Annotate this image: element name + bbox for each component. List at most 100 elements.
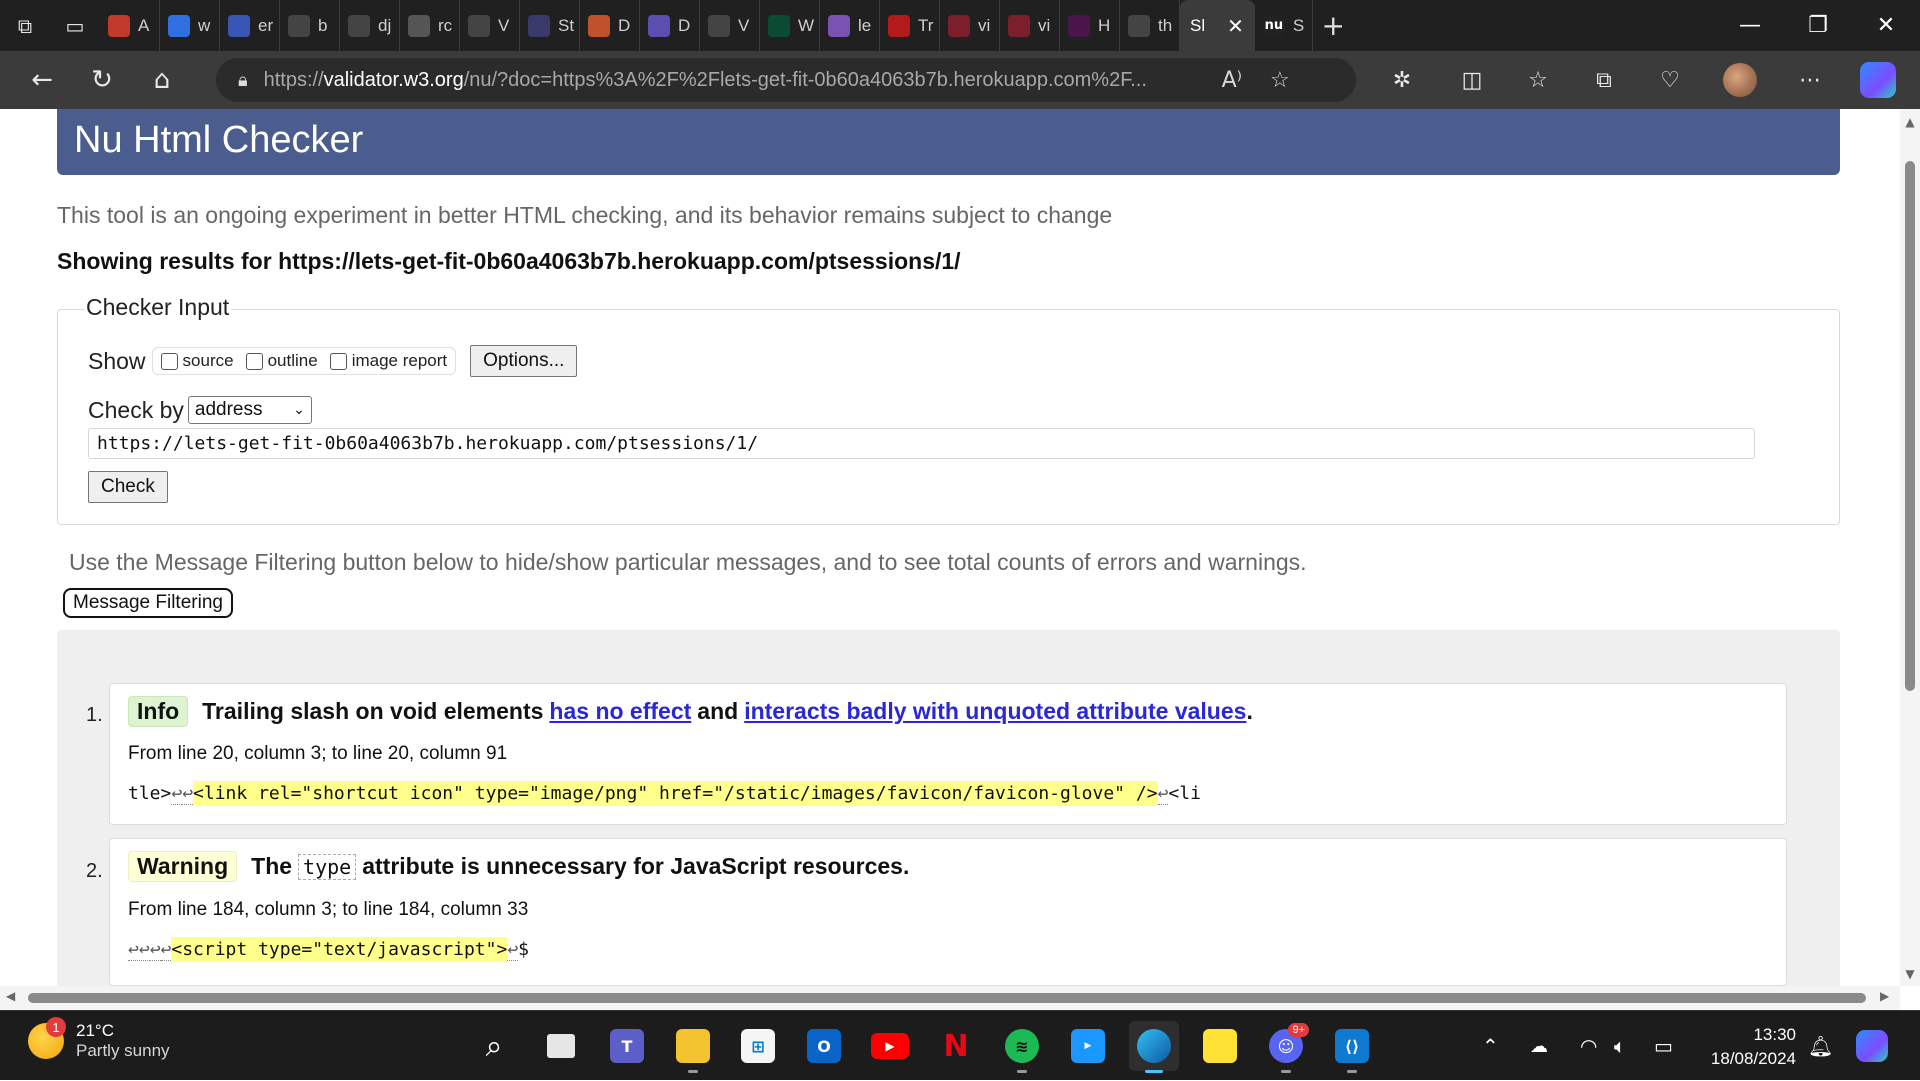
tab-item[interactable]: er <box>220 0 280 51</box>
scroll-left-arrow-icon[interactable]: ◀ <box>6 989 15 1003</box>
scroll-thumb[interactable] <box>1905 161 1915 691</box>
teams-icon: T <box>610 1029 644 1063</box>
battery-icon[interactable]: ▭ <box>1654 1011 1673 1081</box>
tab-item[interactable]: D <box>640 0 700 51</box>
check-by-select[interactable]: address ⌄ <box>187 396 312 424</box>
taskbar-netflix[interactable]: N <box>931 1021 981 1071</box>
option-source[interactable]: source <box>160 351 234 371</box>
taskbar-vscode[interactable]: ⟨⟩ <box>1327 1021 1377 1073</box>
tab-item[interactable]: V <box>700 0 760 51</box>
chevron-down-icon: ⌄ <box>293 402 305 418</box>
extensions-icon[interactable]: ✲ <box>1372 51 1432 109</box>
google-icon <box>408 14 430 37</box>
message-filtering-button[interactable]: Message Filtering <box>63 588 233 618</box>
tab-item[interactable]: rc <box>400 0 460 51</box>
highlighted-code: <script type="text/javascript"> <box>171 937 508 962</box>
tab-item[interactable]: St <box>520 0 580 51</box>
split-screen-icon[interactable]: ◫ <box>1442 51 1502 109</box>
browser-essentials-icon[interactable]: ♡ <box>1640 51 1700 109</box>
taskbar-teams[interactable]: T <box>602 1021 652 1071</box>
tab-item[interactable]: vi <box>1000 0 1060 51</box>
new-tab-button[interactable]: + <box>1313 0 1353 51</box>
taskbar-file-explorer[interactable] <box>668 1021 718 1073</box>
tab-label: er <box>258 15 274 35</box>
refresh-button[interactable]: ↻ <box>72 51 132 109</box>
search-button[interactable]: ⌕ <box>469 1021 519 1071</box>
tab-item[interactable]: le <box>820 0 880 51</box>
taskbar-sticky-notes[interactable] <box>1195 1021 1245 1071</box>
netflix-icon: N <box>943 1028 969 1064</box>
task-view-button[interactable] <box>536 1021 586 1071</box>
taskbar-store[interactable]: ⊞ <box>733 1021 783 1071</box>
vscode-icon: ⟨⟩ <box>1335 1029 1369 1063</box>
profile-avatar[interactable] <box>1710 51 1770 109</box>
message-extract: ↩↩ ↩ ↩ <script type="text/javascript"> ↩ … <box>128 937 530 962</box>
clock-time: 13:30 <box>1753 1025 1796 1044</box>
minimize-button[interactable]: — <box>1716 0 1784 51</box>
taskbar-discord[interactable]: ☺ 9+ <box>1261 1021 1311 1073</box>
tab-active-label: Sl <box>1190 15 1206 35</box>
restore-button[interactable]: ❐ <box>1784 0 1852 51</box>
tab-item[interactable]: dj <box>340 0 400 51</box>
wifi-icon[interactable]: ◠ <box>1580 1011 1597 1081</box>
scroll-right-arrow-icon[interactable]: ▶ <box>1880 989 1889 1003</box>
tab-item[interactable]: V <box>460 0 520 51</box>
collections-icon[interactable]: ⧉ <box>1574 51 1634 109</box>
tab-item[interactable]: D <box>580 0 640 51</box>
workspaces-icon[interactable]: ⧉ <box>0 0 50 51</box>
favorite-star-icon[interactable]: ☆ <box>1270 68 1290 93</box>
vertical-scrollbar[interactable]: ▲ ▼ <box>1900 109 1920 986</box>
scroll-up-arrow-icon[interactable]: ▲ <box>1900 115 1920 129</box>
system-clock[interactable]: 13:30 18/08/2024 <box>1702 1023 1796 1071</box>
copilot-icon[interactable] <box>1848 51 1908 109</box>
notifications-bell-icon[interactable]: 🔔︎ <box>1808 1011 1833 1081</box>
start-button[interactable] <box>402 1021 452 1071</box>
taskbar-edge[interactable] <box>1129 1021 1179 1073</box>
generic-icon <box>588 14 610 37</box>
tab-item[interactable]: w <box>160 0 220 51</box>
tab-label: Tr <box>918 15 934 35</box>
vertical-tabs-icon[interactable]: ▭ <box>50 0 100 51</box>
tab-item[interactable]: A <box>100 0 160 51</box>
option-image-report[interactable]: image report <box>329 351 447 371</box>
tab-item[interactable]: b <box>280 0 340 51</box>
taskbar-spotify[interactable]: ≋ <box>997 1021 1047 1073</box>
tab-item[interactable]: H <box>1060 0 1120 51</box>
image-report-checkbox[interactable] <box>329 352 347 370</box>
tab-trailing[interactable]: nu S <box>1255 0 1314 51</box>
close-window-button[interactable]: ✕ <box>1852 0 1920 51</box>
taskbar-outlook[interactable]: O <box>799 1021 849 1071</box>
tab-item[interactable]: th <box>1120 0 1180 51</box>
back-button[interactable]: ← <box>12 51 72 109</box>
tab-active[interactable]: Sl ✕ <box>1180 0 1255 51</box>
check-button[interactable]: Check <box>88 471 168 503</box>
options-button[interactable]: Options... <box>470 345 578 377</box>
scroll-down-arrow-icon[interactable]: ▼ <box>1900 967 1920 981</box>
onedrive-icon[interactable]: ☁ <box>1530 1011 1548 1081</box>
source-checkbox[interactable] <box>160 352 178 370</box>
tab-item[interactable]: vi <box>940 0 1000 51</box>
clock-date: 18/08/2024 <box>1710 1049 1796 1068</box>
tab-item[interactable]: W <box>760 0 820 51</box>
scroll-thumb[interactable] <box>28 993 1866 1003</box>
has-no-effect-link[interactable]: has no effect <box>549 698 691 725</box>
document-url-input[interactable]: https://lets-get-fit-0b60a4063b7b.heroku… <box>88 428 1755 459</box>
copilot-taskbar-button[interactable] <box>1856 1011 1888 1081</box>
volume-icon[interactable]: 🔈︎ <box>1614 1011 1626 1081</box>
url-text: https://validator.w3.org/nu/?doc=https%3… <box>263 68 1147 91</box>
tab-item[interactable]: Tr <box>880 0 940 51</box>
address-input[interactable]: 🔒︎ https://validator.w3.org/nu/?doc=http… <box>216 58 1356 102</box>
more-menu-icon[interactable]: ⋯ <box>1780 51 1840 109</box>
unquoted-attributes-link[interactable]: interacts badly with unquoted attribute … <box>744 698 1246 725</box>
read-aloud-icon[interactable]: A⁾ <box>1222 68 1242 93</box>
option-outline[interactable]: outline <box>245 351 318 371</box>
taskbar-youtube[interactable]: ▶ <box>865 1021 915 1071</box>
home-button[interactable]: ⌂ <box>132 51 192 109</box>
horizontal-scrollbar[interactable]: ◀ ▶ <box>0 986 1900 1010</box>
favorites-icon[interactable]: ☆ <box>1508 51 1568 109</box>
show-hidden-icons[interactable]: ⌃ <box>1482 1011 1499 1081</box>
close-tab-icon[interactable]: ✕ <box>1227 14 1244 38</box>
outline-checkbox[interactable] <box>245 352 263 370</box>
taskbar-prime-video[interactable]: ▶ <box>1063 1021 1113 1071</box>
weather-widget[interactable]: 1 21°C Partly sunny <box>28 1017 170 1061</box>
